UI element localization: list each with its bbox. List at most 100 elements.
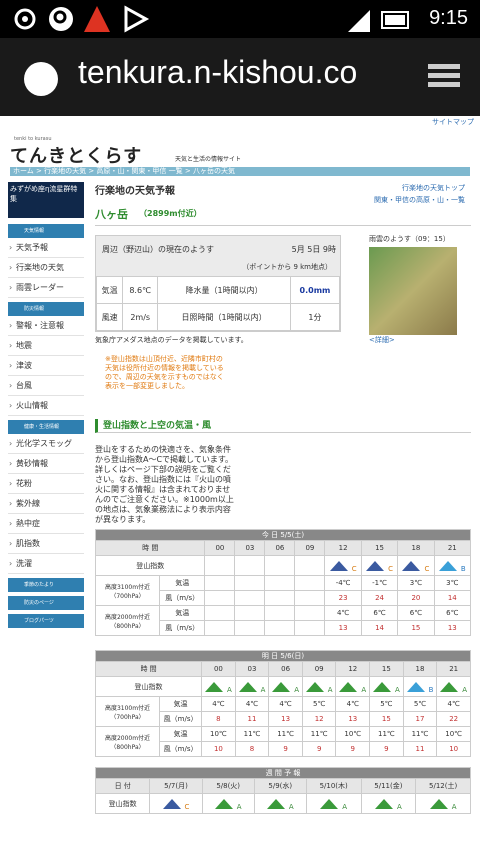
temp-cell: 6℃ [433, 605, 472, 621]
weekly-index-label: 登山指数 [94, 793, 151, 814]
gps-icon [14, 8, 36, 30]
date-label: 日 付 [94, 778, 151, 794]
nav-section-0[interactable]: 天気情報 [8, 224, 84, 238]
index-grade: A [294, 685, 299, 694]
wind-cell: 10 [436, 741, 471, 757]
mountain-icon [238, 681, 257, 692]
wind-cell: 13 [335, 711, 371, 727]
index-grade: A [260, 685, 266, 694]
tabs-menu-icon[interactable] [428, 62, 464, 92]
sidebar-item[interactable]: 花粉 [8, 474, 84, 494]
temp-cell [204, 605, 236, 621]
temp-cell: 10℃ [436, 726, 471, 742]
today-table: 今 日 5/5(土) 時 間 00 03 06 09 12 15 18 21 登山指数 C C C B 高度3… [94, 529, 472, 636]
sidebar-item[interactable]: 雨雲レーダー [8, 278, 84, 298]
tomorrow-table: 明 日 5/6(日) 時 間 00 03 06 09 12 15 18 21 登山指数 A A A A A A B… [94, 650, 471, 757]
wind-cell: 9 [369, 741, 404, 757]
site-favicon[interactable] [24, 62, 58, 96]
sidebar-item[interactable]: 紫外線 [8, 494, 84, 514]
wind-cell: 8 [201, 711, 236, 727]
nav-section-2[interactable]: 健康・生活情報 [8, 420, 84, 434]
sidebar-item[interactable]: 火山情報 [8, 396, 84, 416]
forecast-tables: 今 日 5/5(土) 時 間 00 03 06 09 12 15 18 21 登山指数 C C C B 高度3… [94, 529, 472, 814]
day-header: 明 日 5/6(日) [95, 650, 471, 662]
site-logo[interactable]: てんきとくらす [10, 142, 142, 168]
temp-cell: 3℃ [433, 575, 472, 591]
time-cell: 21 [433, 540, 472, 556]
temp-cell: 4℃ [234, 696, 270, 712]
time-cell: 12 [335, 661, 371, 677]
mountain-icon [366, 560, 385, 571]
mountain-icon [402, 560, 421, 571]
temp-cell [264, 605, 296, 621]
wind-cell: 15 [397, 620, 435, 636]
sidebar-item[interactable]: 津波 [8, 356, 84, 376]
nav-section-4[interactable]: 防災のページ [8, 596, 84, 610]
url-field[interactable]: tenkura.n-kishou.co [78, 54, 398, 91]
sidebar-item[interactable]: 熱中症 [8, 514, 84, 534]
wind-label: 風（m/s） [158, 620, 206, 636]
sidebar-item[interactable]: 肌指数 [8, 534, 84, 554]
mountain-icon [438, 560, 457, 571]
sidebar: みずがめ座η流星群特集 天気情報天気予報行楽地の天気雨雲レーダー防災情報警報・注… [8, 182, 84, 628]
time-cell: 00 [204, 540, 236, 556]
index-grade: A [361, 685, 367, 694]
temp-cell: 11℃ [369, 726, 404, 742]
temp-cell: 4℃ [268, 696, 303, 712]
index-grade: A [227, 685, 232, 694]
wind-cell: 11 [402, 741, 438, 757]
radar-title: 雨雲のようす（09：15） [369, 235, 450, 243]
index-grade: A [327, 685, 333, 694]
time-cell: 03 [234, 540, 266, 556]
time-cell: 21 [436, 661, 471, 677]
current-conditions: 周辺（野辺山）の現在のようす 5月 5日 9時 （ポイントから 9 km地点） … [95, 235, 341, 332]
wind-value: 2m/s [122, 303, 159, 331]
time-cell: 00 [201, 661, 236, 677]
sidebar-item[interactable]: 光化学スモッグ [8, 434, 84, 454]
index-grade: B [460, 564, 466, 573]
current-title: 周辺（野辺山）の現在のようす [102, 245, 214, 254]
time-cell: 15 [369, 661, 404, 677]
time-cell: 15 [360, 540, 399, 556]
mountain-icon [162, 798, 181, 809]
temp-cell [204, 575, 236, 591]
nav-section-3[interactable]: 季節のたより [8, 578, 84, 592]
time-label: 時 間 [94, 540, 206, 556]
sitemap-link[interactable]: サイトマップ [432, 118, 478, 127]
time-cell: 09 [301, 661, 337, 677]
altitude-label: 高度2000m付近（800hPa） [95, 605, 160, 636]
mountain-icon [329, 560, 348, 571]
radar-detail-link[interactable]: <詳細> [369, 335, 461, 345]
warning-note: ※登山指数は山頂付近、近隣市町村の天気は役所付近の情報を掲載しているので、周辺の… [105, 355, 224, 390]
temp-cell: 11℃ [268, 726, 303, 742]
sidebar-item[interactable]: 行楽地の天気 [8, 258, 84, 278]
radar-map[interactable] [369, 247, 457, 335]
temp-label: 気温 [158, 575, 206, 591]
sidebar-item[interactable]: 洗濯 [8, 554, 84, 574]
mountain-icon [266, 798, 285, 809]
sidebar-item[interactable]: 黄砂情報 [8, 454, 84, 474]
current-date: 5月 5日 9時 [291, 245, 336, 254]
nav-section-5[interactable]: ブログパーツ [8, 614, 84, 628]
leisure-top-link[interactable]: 行楽地の天気トップ [374, 182, 465, 194]
warning-icon [84, 6, 110, 32]
battery-icon [381, 11, 409, 29]
nav-section-1[interactable]: 防災情報 [8, 302, 84, 316]
main-content: 行楽地の天気予報 行楽地の天気トップ 関東・甲信の高原・山・一覧 八ヶ岳 （28… [94, 182, 472, 814]
weekly-grade: A [396, 802, 402, 811]
sidebar-item[interactable]: 台風 [8, 376, 84, 396]
time-cell: 09 [294, 540, 326, 556]
radar-box: 雨雲のようす（09：15） <詳細> [369, 234, 461, 345]
breadcrumb[interactable]: ホーム > 行楽地の天気 > 高原・山・関東・甲信 一覧 > 八ヶ岳の天気 [10, 167, 470, 176]
sidebar-item[interactable]: 警報・注意報 [8, 316, 84, 336]
wind-cell: 14 [360, 620, 399, 636]
sidebar-item[interactable]: 天気予報 [8, 238, 84, 258]
weekly-day: 5/7(月) [149, 778, 203, 794]
sun-label: 日照時間（1時間以内） [157, 303, 291, 331]
location-header: 八ヶ岳 （2899m付近） [95, 204, 471, 226]
temp-cell: 11℃ [301, 726, 337, 742]
sidebar-item[interactable]: 地震 [8, 336, 84, 356]
wind-cell: 9 [301, 741, 337, 757]
temp-cell: 10℃ [335, 726, 371, 742]
meteor-banner[interactable]: みずがめ座η流星群特集 [8, 182, 84, 218]
